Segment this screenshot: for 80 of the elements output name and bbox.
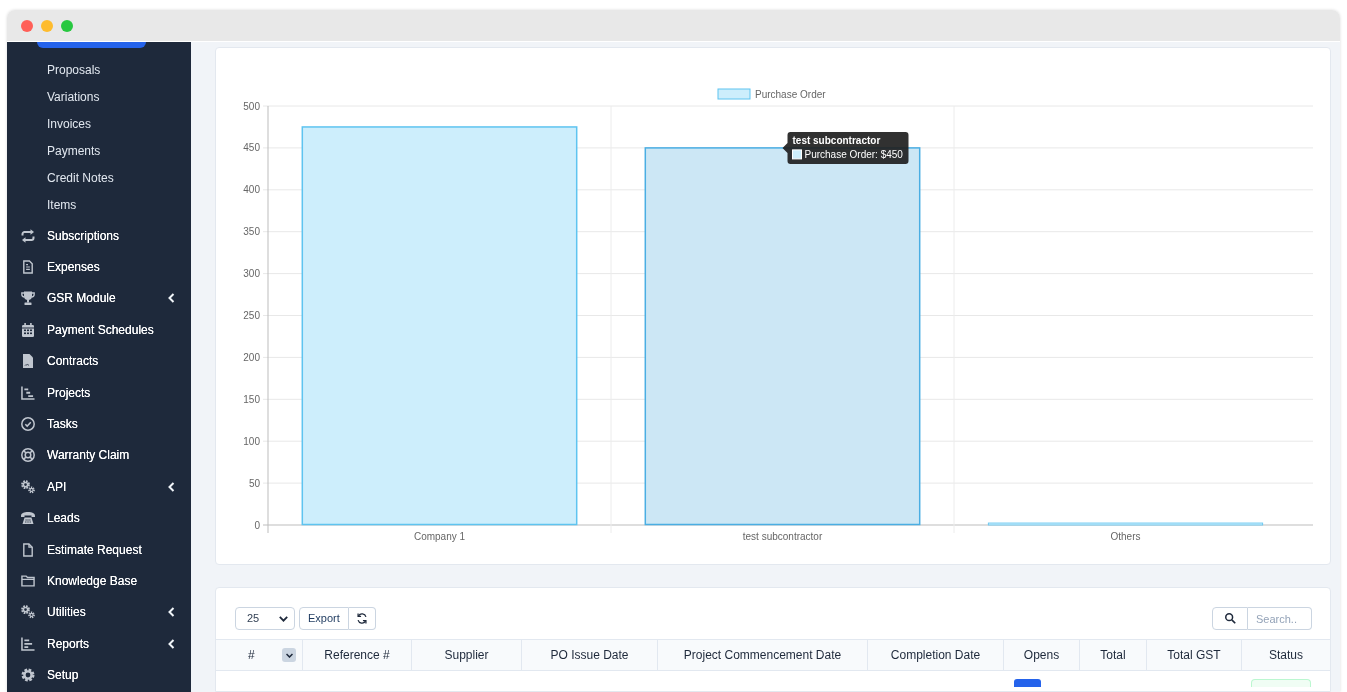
axis-tick-label: 300 <box>243 268 260 280</box>
menu-item[interactable]: Leads <box>7 502 191 534</box>
gears-icon <box>21 479 35 494</box>
column-header[interactable]: PO Issue Date <box>522 640 658 670</box>
axis-tick-label: 250 <box>243 310 260 321</box>
maximize-window-icon[interactable] <box>61 19 73 32</box>
axis-tick-label: 150 <box>243 393 260 405</box>
axis-tick-label: 350 <box>243 226 260 238</box>
refresh-button[interactable] <box>348 607 376 630</box>
tooltip-label: Purchase Order: $450 <box>804 149 903 161</box>
column-header[interactable]: Status <box>1242 640 1330 670</box>
menu-item[interactable]: Estimate Request <box>7 533 191 566</box>
submenu-item[interactable]: Items <box>7 191 191 218</box>
axis-tick-label: 200 <box>243 351 260 363</box>
menu-item[interactable]: Expenses <box>7 251 191 283</box>
column-header[interactable]: Opens <box>1004 640 1080 670</box>
column-header[interactable]: Supplier <box>412 640 522 670</box>
folder-icon <box>21 574 35 588</box>
menu-item[interactable]: GSR Module <box>7 282 191 315</box>
export-button[interactable]: Export <box>299 607 349 630</box>
axis-tick-label: 0 <box>254 519 260 531</box>
submenu-item[interactable]: Proposals <box>7 56 191 83</box>
axis-category-label: Others <box>1110 531 1141 542</box>
axis-tick-label: 500 <box>243 100 260 112</box>
status-badge <box>1251 679 1311 687</box>
menu-item[interactable]: Subscriptions <box>7 220 191 252</box>
active-menu-item[interactable] <box>37 42 146 48</box>
telephone-icon <box>21 511 35 526</box>
column-header[interactable]: Total GST <box>1147 640 1242 670</box>
trophy-icon <box>21 291 35 306</box>
column-toggle-button[interactable] <box>282 648 296 662</box>
calendar-icon <box>21 322 35 337</box>
column-header[interactable]: Project Commencement Date <box>658 640 868 670</box>
menu-item[interactable]: Reports <box>7 628 191 660</box>
axis-tick-label: 100 <box>243 435 260 447</box>
lifebuoy-icon <box>21 448 35 463</box>
menu-item[interactable]: Projects <box>7 376 191 409</box>
menu-item[interactable]: Setup <box>7 659 191 691</box>
gears-icon <box>21 605 35 620</box>
menu-item[interactable]: Knowledge Base <box>7 565 191 597</box>
legend-label: Purchase Order <box>755 88 826 100</box>
page-length-select[interactable]: 25 <box>235 607 295 630</box>
menu-item[interactable]: Contracts <box>7 345 191 377</box>
chevron-down-icon <box>279 615 288 622</box>
axis-tick-label: 450 <box>243 142 260 154</box>
axis-tick-label: 400 <box>243 184 260 196</box>
column-header[interactable]: # <box>216 640 303 670</box>
axis-category-label: Company 1 <box>413 531 466 542</box>
search-field[interactable]: Search.. <box>1248 607 1312 630</box>
contract-icon <box>21 354 35 369</box>
bar-chart-icon <box>21 636 35 651</box>
chevron-down-icon <box>285 652 293 658</box>
column-header[interactable]: Total <box>1080 640 1147 670</box>
color-swatch-icon <box>792 149 802 160</box>
menu-item[interactable]: Utilities <box>7 596 191 629</box>
settings-icon <box>21 668 35 683</box>
submenu-item[interactable]: Payments <box>7 137 191 164</box>
file-icon <box>21 542 35 557</box>
menu-item[interactable]: API <box>7 471 191 503</box>
repeat-icon <box>21 228 35 243</box>
minimize-window-icon[interactable] <box>41 19 53 32</box>
submenu-item[interactable]: Credit Notes <box>7 164 191 191</box>
refresh-icon <box>356 613 367 624</box>
gantt-chart-icon <box>21 385 35 400</box>
axis-tick-label: 50 <box>248 477 260 489</box>
tooltip-title: test subcontractor <box>792 134 881 146</box>
menu-item[interactable]: Tasks <box>7 408 191 440</box>
search-button[interactable] <box>1212 607 1248 630</box>
submenu-item[interactable]: Variations <box>7 83 191 110</box>
search-icon <box>1224 613 1236 624</box>
menu-item[interactable]: Warranty Claim <box>7 439 191 472</box>
column-header[interactable]: Completion Date <box>868 640 1004 670</box>
close-window-icon[interactable] <box>21 19 33 32</box>
document-icon <box>21 260 35 275</box>
column-header[interactable]: Reference # <box>303 640 412 670</box>
opens-badge <box>1014 679 1041 687</box>
axis-category-label: test subcontractor <box>742 531 823 542</box>
submenu-item[interactable]: Invoices <box>7 110 191 137</box>
check-circle-icon <box>21 417 35 432</box>
menu-item[interactable]: Payment Schedules <box>7 314 191 346</box>
